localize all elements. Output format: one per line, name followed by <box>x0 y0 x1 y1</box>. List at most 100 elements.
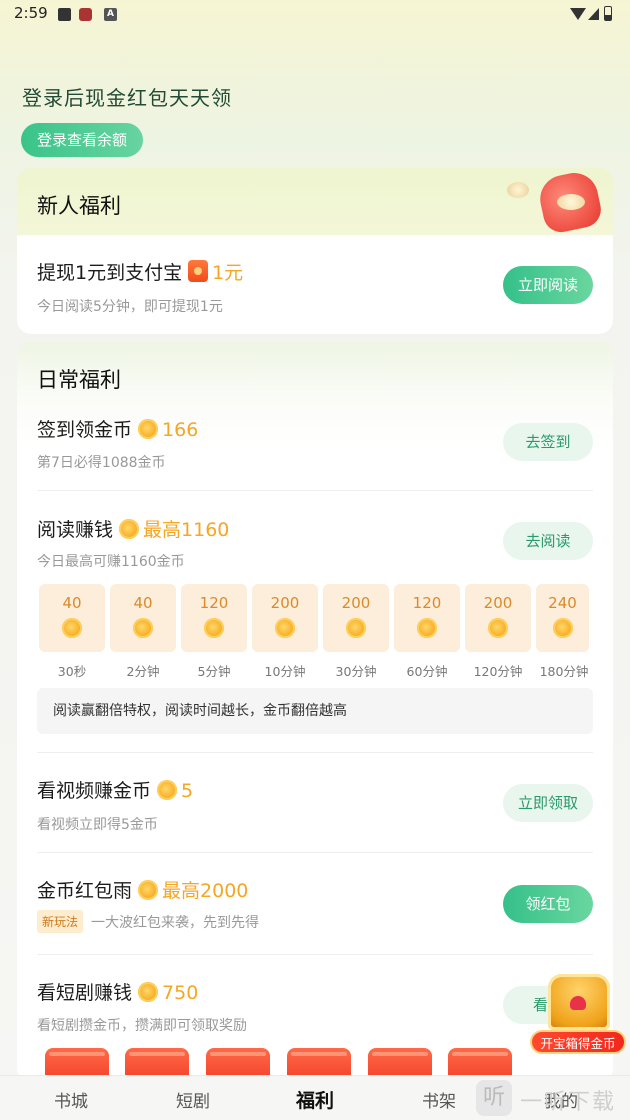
reading-tier[interactable]: 40 30秒 <box>39 584 105 680</box>
login-check-balance-button[interactable]: 登录查看余额 <box>21 123 143 157</box>
rain-subtitle-row: 新玩法 一大波红包来袭，先到先得 <box>37 910 259 933</box>
reading-tier[interactable]: 200 120分钟 <box>465 584 531 680</box>
watermark-logo-icon: 听 <box>476 1080 512 1116</box>
tier-coins: 200 <box>483 594 513 612</box>
go-read-button[interactable]: 去阅读 <box>503 522 593 560</box>
tier-coins: 200 <box>341 594 371 612</box>
withdraw-task: 提现1元到支付宝 1元 今日阅读5分钟，即可提现1元 立即阅读 <box>20 236 610 332</box>
tier-time: 60分钟 <box>406 664 448 679</box>
reading-subtitle: 今日最高可赚1160金币 <box>37 554 185 570</box>
claim-now-button[interactable]: 立即领取 <box>503 784 593 822</box>
checkin-title: 签到领金币 <box>37 419 133 441</box>
reading-double-tip: 阅读赢翻倍特权，阅读时间越长，金币翻倍越高 <box>37 688 593 734</box>
checkin-button[interactable]: 去签到 <box>503 423 593 461</box>
game-app-icon <box>79 8 92 21</box>
checkin-reward: 166 <box>162 419 199 441</box>
tier-coins: 40 <box>133 594 153 612</box>
video-reward: 5 <box>181 780 194 802</box>
tier-coins: 120 <box>199 594 229 612</box>
tier-coins: 240 <box>548 594 577 612</box>
treasure-chest-widget[interactable]: 开宝箱得金币 <box>528 970 628 1060</box>
open-chest-label: 开宝箱得金币 <box>530 1030 626 1054</box>
reading-tier[interactable]: 200 30分钟 <box>323 584 389 680</box>
coin-icon <box>138 982 159 1002</box>
notification-square-icon <box>58 8 71 21</box>
video-title-row: 看视频赚金币 5 <box>37 776 193 803</box>
tier-time: 180分钟 <box>539 664 589 679</box>
wifi-icon <box>570 8 586 20</box>
tier-time: 5分钟 <box>197 664 231 679</box>
tab-bookshelf[interactable]: 书架 <box>422 1087 456 1112</box>
tier-time: 10分钟 <box>264 664 306 679</box>
tier-coins: 40 <box>62 594 82 612</box>
new-gameplay-badge: 新玩法 <box>37 910 84 933</box>
divider <box>37 852 593 853</box>
video-subtitle: 看视频立即得5金币 <box>37 817 158 833</box>
tier-coins: 200 <box>270 594 300 612</box>
status-bar: 2:59 A <box>0 0 630 30</box>
coin-icon <box>138 880 159 900</box>
system-indicators <box>570 6 616 22</box>
coin-icon <box>204 618 224 638</box>
drama-title: 看短剧赚钱 <box>37 982 133 1004</box>
tier-time: 30秒 <box>57 664 87 679</box>
rain-title-row: 金币红包雨 最高2000 <box>37 876 248 903</box>
tab-bookstore[interactable]: 书城 <box>54 1087 88 1112</box>
status-time: 2:59 <box>14 4 48 22</box>
read-now-button[interactable]: 立即阅读 <box>503 266 593 304</box>
reading-title-row: 阅读赚钱 最高1160 <box>37 515 229 542</box>
daily-section-title: 日常福利 <box>37 368 121 392</box>
coin-icon <box>488 618 508 638</box>
coin-icon <box>62 618 82 638</box>
red-envelope-icon <box>188 260 209 282</box>
withdraw-task-reward: 1元 <box>212 262 244 284</box>
coin-icon <box>133 618 153 638</box>
red-envelope-decoration-icon <box>493 168 605 242</box>
tier-time: 120分钟 <box>473 664 523 679</box>
divider <box>37 490 593 491</box>
rain-title: 金币红包雨 <box>37 880 133 902</box>
tier-coins: 120 <box>412 594 442 612</box>
reading-tier[interactable]: 200 10分钟 <box>252 584 318 680</box>
battery-icon <box>604 6 612 21</box>
tab-short-drama[interactable]: 短剧 <box>176 1087 210 1112</box>
get-red-envelope-button[interactable]: 领红包 <box>503 885 593 923</box>
checkin-subtitle: 第7日必得1088金币 <box>37 455 166 471</box>
newcomer-benefits-card: 新人福利 提现1元到支付宝 1元 今日阅读5分钟，即可提现1元 立即阅读 <box>17 168 613 334</box>
newcomer-section-title: 新人福利 <box>37 194 121 218</box>
watermark: 听 一听下载 <box>474 1077 630 1117</box>
daily-benefits-card: 日常福利 签到领金币 166 第7日必得1088金币 去签到 阅读赚钱 最高1160… <box>17 342 613 1082</box>
signal-icon <box>588 8 599 20</box>
drama-reward: 750 <box>162 982 199 1004</box>
tier-time: 2分钟 <box>126 664 160 679</box>
tier-time: 30分钟 <box>335 664 377 679</box>
coin-icon <box>157 780 178 800</box>
drama-subtitle: 看短剧攒金币，攒满即可领取奖励 <box>37 1018 247 1034</box>
divider <box>37 954 593 955</box>
reading-tier[interactable]: 120 60分钟 <box>394 584 460 680</box>
reading-tier[interactable]: 120 5分钟 <box>181 584 247 680</box>
reading-reward-tiers: 40 30秒 40 2分钟 120 5分钟 200 10分钟 200 30分钟 120 60… <box>39 584 595 684</box>
coin-icon <box>119 519 140 539</box>
reading-reward: 最高1160 <box>143 519 230 541</box>
reading-title: 阅读赚钱 <box>37 519 114 541</box>
rain-reward: 最高2000 <box>162 880 249 902</box>
coin-icon <box>275 618 295 638</box>
withdraw-task-subtitle: 今日阅读5分钟，即可提现1元 <box>37 299 223 315</box>
coin-icon <box>417 618 437 638</box>
divider <box>37 752 593 753</box>
a-badge-icon: A <box>104 8 117 21</box>
hero-title: 登录后现金红包天天领 <box>22 86 232 110</box>
withdraw-task-title: 提现1元到支付宝 <box>37 262 183 284</box>
checkin-title-row: 签到领金币 166 <box>37 415 198 442</box>
tab-welfare[interactable]: 福利 <box>296 1086 334 1113</box>
coin-icon <box>346 618 366 638</box>
coin-icon <box>552 618 573 638</box>
watermark-text: 一听下载 <box>520 1090 617 1115</box>
reading-tier[interactable]: 240 180分钟 <box>536 584 592 680</box>
video-title: 看视频赚金币 <box>37 780 152 802</box>
coin-icon <box>138 419 159 439</box>
reading-tier[interactable]: 40 2分钟 <box>110 584 176 680</box>
drama-title-row: 看短剧赚钱 750 <box>37 978 198 1005</box>
withdraw-task-title-row: 提现1元到支付宝 1元 <box>37 258 243 285</box>
